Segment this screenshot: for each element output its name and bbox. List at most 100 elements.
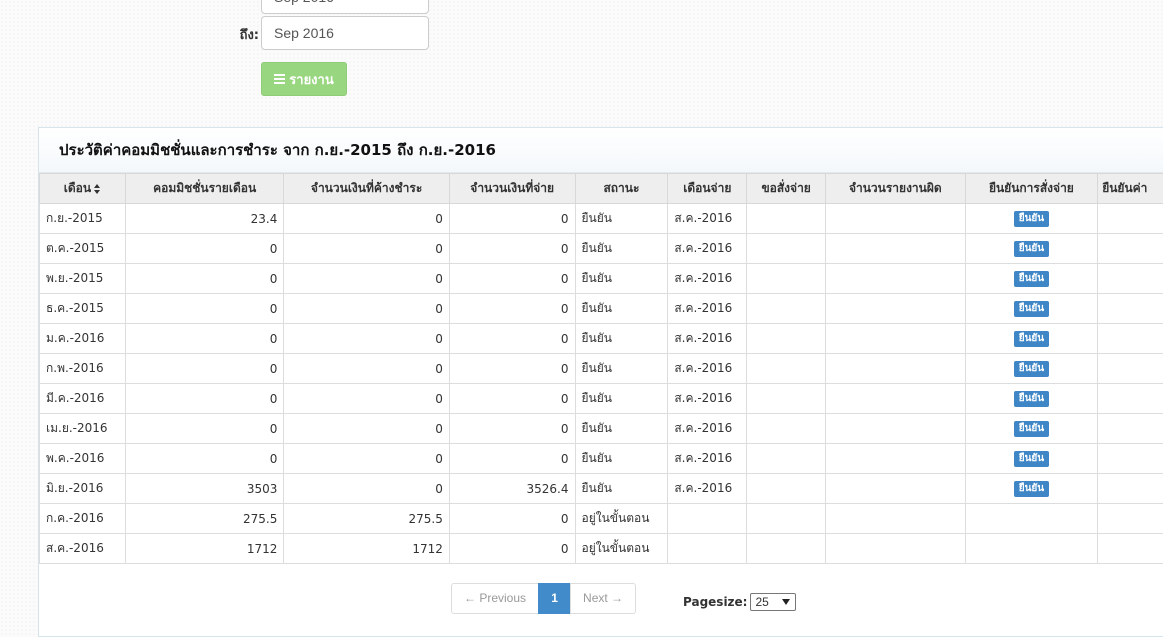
cell-error-reports bbox=[826, 234, 966, 264]
cell-outstanding: 275.5 bbox=[284, 504, 450, 534]
column-header-3: จำนวนเงินที่จ่าย bbox=[449, 174, 575, 204]
cell-month: ธ.ค.-2015 bbox=[40, 294, 126, 324]
cell-outstanding: 0 bbox=[284, 294, 450, 324]
table-row: ม.ค.-2016000ยืนยันส.ค.-2016ยืนยัน bbox=[40, 324, 1163, 354]
cell-outstanding: 0 bbox=[284, 324, 450, 354]
table-row: เม.ย.-2016000ยืนยันส.ค.-2016ยืนยัน bbox=[40, 414, 1163, 444]
column-header-6: ขอสั่งจ่าย bbox=[747, 174, 826, 204]
pagesize-label: Pagesize: bbox=[683, 595, 747, 609]
previous-page-button[interactable]: ← Previous bbox=[451, 583, 539, 614]
cell-paid: 0 bbox=[449, 384, 575, 414]
column-header-2: จำนวนเงินที่ค้างชำระ bbox=[284, 174, 450, 204]
menu-icon bbox=[274, 74, 285, 84]
cell-commission: 0 bbox=[125, 294, 283, 324]
cell-confirm-amount bbox=[1098, 234, 1163, 264]
cell-commission: 3503 bbox=[125, 474, 283, 504]
report-button[interactable]: รายงาน bbox=[261, 62, 347, 96]
cell-pay-request bbox=[747, 234, 826, 264]
cell-paid: 0 bbox=[449, 354, 575, 384]
cell-month: ก.ย.-2015 bbox=[40, 204, 126, 234]
cell-error-reports bbox=[826, 534, 966, 564]
cell-pay-month: ส.ค.-2016 bbox=[668, 204, 747, 234]
confirm-button[interactable]: ยืนยัน bbox=[1014, 361, 1049, 377]
confirm-button[interactable]: ยืนยัน bbox=[1014, 211, 1049, 227]
to-month-input[interactable]: Sep 2016 bbox=[261, 16, 429, 50]
confirm-button[interactable]: ยืนยัน bbox=[1014, 271, 1049, 287]
cell-paid: 0 bbox=[449, 324, 575, 354]
cell-paid: 0 bbox=[449, 294, 575, 324]
cell-month: ส.ค.-2016 bbox=[40, 534, 126, 564]
cell-month: ม.ค.-2016 bbox=[40, 324, 126, 354]
cell-pay-month: ส.ค.-2016 bbox=[668, 264, 747, 294]
confirm-button[interactable]: ยืนยัน bbox=[1014, 391, 1049, 407]
confirm-button[interactable]: ยืนยัน bbox=[1014, 331, 1049, 347]
confirm-button[interactable]: ยืนยัน bbox=[1014, 451, 1049, 467]
table-row: ก.ย.-201523.400ยืนยันส.ค.-2016ยืนยัน bbox=[40, 204, 1163, 234]
table-row: มิ.ย.-2016350303526.4ยืนยันส.ค.-2016ยืนย… bbox=[40, 474, 1163, 504]
cell-pay-month: ส.ค.-2016 bbox=[668, 294, 747, 324]
page-1-button[interactable]: 1 bbox=[538, 583, 571, 614]
confirm-button[interactable]: ยืนยัน bbox=[1014, 481, 1049, 497]
cell-error-reports bbox=[826, 324, 966, 354]
cell-status: ยืนยัน bbox=[575, 294, 668, 324]
table-row: ธ.ค.-2015000ยืนยันส.ค.-2016ยืนยัน bbox=[40, 294, 1163, 324]
cell-outstanding: 0 bbox=[284, 414, 450, 444]
cell-paid: 0 bbox=[449, 504, 575, 534]
cell-pay-request bbox=[747, 534, 826, 564]
cell-paid: 0 bbox=[449, 414, 575, 444]
cell-outstanding: 0 bbox=[284, 384, 450, 414]
confirm-button[interactable]: ยืนยัน bbox=[1014, 241, 1049, 257]
cell-pay-request bbox=[747, 504, 826, 534]
cell-confirm-amount bbox=[1098, 534, 1163, 564]
column-header-1: คอมมิชชั่นรายเดือน bbox=[125, 174, 283, 204]
cell-confirm-amount bbox=[1098, 414, 1163, 444]
column-header-7: จำนวนรายงานผิด bbox=[826, 174, 966, 204]
cell-confirm-payment bbox=[965, 534, 1098, 564]
cell-pay-month bbox=[668, 534, 747, 564]
column-header-0[interactable]: เดือน bbox=[40, 174, 126, 204]
cell-paid: 0 bbox=[449, 534, 575, 564]
cell-confirm-payment: ยืนยัน bbox=[965, 234, 1098, 264]
cell-error-reports bbox=[826, 294, 966, 324]
cell-error-reports bbox=[826, 414, 966, 444]
cell-error-reports bbox=[826, 504, 966, 534]
cell-pay-month: ส.ค.-2016 bbox=[668, 324, 747, 354]
column-header-4: สถานะ bbox=[575, 174, 668, 204]
cell-confirm-amount bbox=[1098, 504, 1163, 534]
cell-pay-request bbox=[747, 384, 826, 414]
table-header-row: เดือนคอมมิชชั่นรายเดือนจำนวนเงินที่ค้างช… bbox=[40, 174, 1163, 204]
cell-commission: 0 bbox=[125, 354, 283, 384]
cell-error-reports bbox=[826, 474, 966, 504]
pagesize-select[interactable]: 25 bbox=[750, 593, 796, 611]
cell-status: อยู่ในขั้นตอน bbox=[575, 534, 668, 564]
cell-pay-request bbox=[747, 354, 826, 384]
cell-pay-month: ส.ค.-2016 bbox=[668, 354, 747, 384]
cell-status: ยืนยัน bbox=[575, 384, 668, 414]
cell-month: พ.ย.-2015 bbox=[40, 264, 126, 294]
confirm-button[interactable]: ยืนยัน bbox=[1014, 301, 1049, 317]
cell-confirm-payment: ยืนยัน bbox=[965, 474, 1098, 504]
cell-confirm-payment: ยืนยัน bbox=[965, 294, 1098, 324]
cell-pay-request bbox=[747, 324, 826, 354]
sort-icon[interactable] bbox=[94, 184, 101, 194]
cell-paid: 0 bbox=[449, 264, 575, 294]
confirm-button[interactable]: ยืนยัน bbox=[1014, 421, 1049, 437]
cell-confirm-payment: ยืนยัน bbox=[965, 264, 1098, 294]
column-header-5: เดือนจ่าย bbox=[668, 174, 747, 204]
cell-confirm-amount bbox=[1098, 384, 1163, 414]
commission-table: เดือนคอมมิชชั่นรายเดือนจำนวนเงินที่ค้างช… bbox=[39, 173, 1163, 564]
cell-status: ยืนยัน bbox=[575, 354, 668, 384]
cell-confirm-amount bbox=[1098, 444, 1163, 474]
cell-pay-request bbox=[747, 414, 826, 444]
cell-confirm-amount bbox=[1098, 324, 1163, 354]
from-month-input[interactable]: Sep 2016 bbox=[261, 0, 429, 14]
table-row: พ.ย.-2015000ยืนยันส.ค.-2016ยืนยัน bbox=[40, 264, 1163, 294]
cell-commission: 0 bbox=[125, 324, 283, 354]
column-header-9: ยืนยันค่า bbox=[1098, 174, 1163, 204]
cell-status: ยืนยัน bbox=[575, 264, 668, 294]
pagesize-control: Pagesize: 25 bbox=[683, 593, 796, 611]
cell-month: เม.ย.-2016 bbox=[40, 414, 126, 444]
next-page-button[interactable]: Next → bbox=[570, 583, 636, 614]
commission-history-panel: ประวัติค่าคอมมิชชั่นและการชำระ จาก ก.ย.-… bbox=[38, 127, 1163, 637]
cell-commission: 0 bbox=[125, 234, 283, 264]
